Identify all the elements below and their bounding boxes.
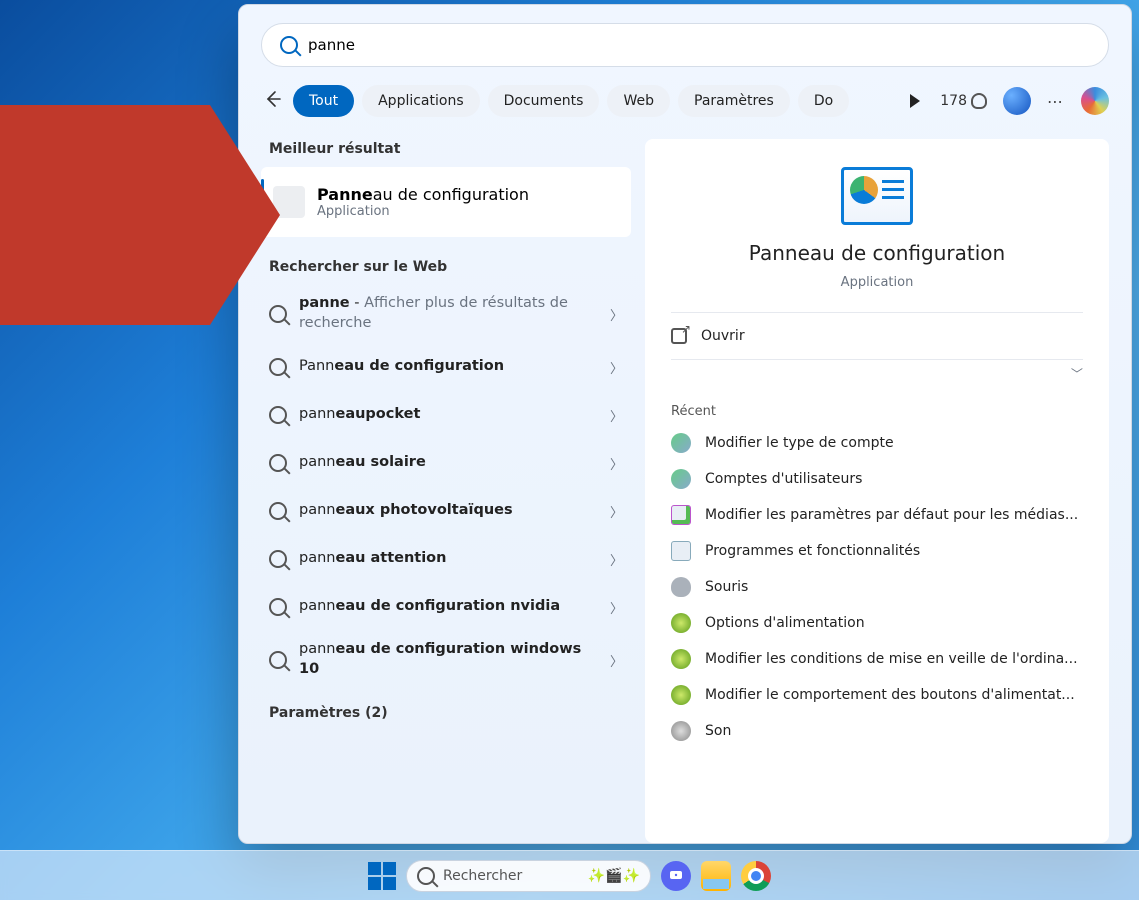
filter-all[interactable]: Tout <box>293 85 354 117</box>
detail-subtitle: Application <box>841 275 914 290</box>
settings-results-heading: Paramètres (2) <box>269 705 631 721</box>
filter-apps[interactable]: Applications <box>362 85 480 117</box>
search-box[interactable] <box>261 23 1109 67</box>
more-icon[interactable]: ⋯ <box>1047 92 1065 111</box>
scroll-right-icon[interactable] <box>910 94 920 108</box>
search-icon <box>280 36 298 54</box>
chevron-right-icon: 〉 <box>610 358 623 377</box>
users-icon <box>671 469 691 489</box>
detail-title: Panneau de configuration <box>749 241 1005 265</box>
detail-header: Panneau de configuration Application <box>671 167 1083 290</box>
search-icon <box>269 598 287 616</box>
chevron-right-icon: 〉 <box>610 305 623 324</box>
open-icon <box>671 328 687 344</box>
search-icon <box>417 867 435 885</box>
chevron-right-icon: 〉 <box>610 651 623 670</box>
web-suggestions: panne - Afficher plus de résultats de re… <box>261 285 631 689</box>
start-search-panel: Tout Applications Documents Web Paramètr… <box>238 4 1132 844</box>
filter-label: Documents <box>504 93 584 109</box>
recent-item[interactable]: Programmes et fonctionnalités <box>671 533 1083 569</box>
file-explorer-icon[interactable] <box>701 861 731 891</box>
suggestion-item[interactable]: panneaupocket 〉 <box>261 391 631 439</box>
recent-list: Modifier le type de compte Comptes d'uti… <box>671 425 1083 749</box>
filter-label: Paramètres <box>694 93 774 109</box>
recent-item[interactable]: Modifier le comportement des boutons d'a… <box>671 677 1083 713</box>
search-highlight-icon: ✨🎬✨ <box>588 868 640 884</box>
taskbar: Rechercher ✨🎬✨ <box>0 850 1139 900</box>
recent-item[interactable]: Son <box>671 713 1083 749</box>
media-icon <box>671 505 691 525</box>
chevron-right-icon: 〉 <box>610 550 623 569</box>
recent-item[interactable]: Options d'alimentation <box>671 605 1083 641</box>
filter-more-truncated[interactable]: Do <box>798 85 849 117</box>
suggestion-item[interactable]: panneau solaire 〉 <box>261 439 631 487</box>
globe-icon[interactable] <box>1003 87 1031 115</box>
search-icon <box>269 651 287 669</box>
taskbar-search-placeholder: Rechercher <box>443 868 522 884</box>
open-label: Ouvrir <box>701 328 745 344</box>
chevron-right-icon: 〉 <box>610 454 623 473</box>
search-icon <box>269 550 287 568</box>
back-button[interactable] <box>261 89 285 113</box>
best-result-title: Panneau de configuration <box>317 185 529 204</box>
filter-label: Tout <box>309 93 338 109</box>
search-icon <box>269 454 287 472</box>
power-icon <box>671 649 691 669</box>
best-result-subtitle: Application <box>317 204 529 219</box>
control-panel-icon <box>841 167 913 225</box>
detail-pane: Panneau de configuration Application Ouv… <box>645 139 1109 843</box>
mouse-icon <box>671 577 691 597</box>
content-row: Meilleur résultat Panneau de configurati… <box>261 139 1109 843</box>
filter-pills: Tout Applications Documents Web Paramètr… <box>293 85 902 117</box>
filter-label: Web <box>623 93 654 109</box>
power-icon <box>671 685 691 705</box>
best-result-item[interactable]: Panneau de configuration Application <box>261 167 631 237</box>
filter-web[interactable]: Web <box>607 85 670 117</box>
suggestion-item[interactable]: panneau de configuration nvidia 〉 <box>261 583 631 631</box>
medal-icon <box>971 93 987 109</box>
search-icon <box>269 406 287 424</box>
chevron-right-icon: 〉 <box>610 406 623 425</box>
rewards-value: 178 <box>940 93 967 109</box>
results-column: Meilleur résultat Panneau de configurati… <box>261 139 631 843</box>
recent-item[interactable]: Comptes d'utilisateurs <box>671 461 1083 497</box>
chevron-down-icon[interactable]: 〉 <box>1068 367 1085 379</box>
suggestion-item[interactable]: Panneau de configuration 〉 <box>261 343 631 391</box>
search-icon <box>269 358 287 376</box>
filter-toolbar: Tout Applications Documents Web Paramètr… <box>261 85 1109 117</box>
search-icon <box>269 305 287 323</box>
filter-documents[interactable]: Documents <box>488 85 600 117</box>
taskbar-search[interactable]: Rechercher ✨🎬✨ <box>406 860 651 892</box>
power-icon <box>671 613 691 633</box>
recent-heading: Récent <box>671 404 1083 419</box>
suggestion-item[interactable]: panneau de configuration windows 10 〉 <box>261 631 631 689</box>
best-result-heading: Meilleur résultat <box>269 141 631 157</box>
search-web-heading: Rechercher sur le Web <box>269 259 631 275</box>
start-button[interactable] <box>368 862 396 890</box>
suggestion-item[interactable]: panneau attention 〉 <box>261 535 631 583</box>
users-icon <box>671 433 691 453</box>
recent-item[interactable]: Souris <box>671 569 1083 605</box>
recent-item[interactable]: Modifier les paramètres par défaut pour … <box>671 497 1083 533</box>
search-input[interactable] <box>308 36 1090 54</box>
search-icon <box>269 502 287 520</box>
open-action[interactable]: Ouvrir <box>671 313 1083 359</box>
sound-icon <box>671 721 691 741</box>
recent-item[interactable]: Modifier les conditions de mise en veill… <box>671 641 1083 677</box>
filter-label: Do <box>814 93 833 109</box>
suggestion-item[interactable]: panneaux photovoltaïques 〉 <box>261 487 631 535</box>
rewards-points[interactable]: 178 <box>940 93 987 109</box>
filter-label: Applications <box>378 93 464 109</box>
filter-settings[interactable]: Paramètres <box>678 85 790 117</box>
recent-item[interactable]: Modifier le type de compte <box>671 425 1083 461</box>
programs-icon <box>671 541 691 561</box>
chevron-right-icon: 〉 <box>610 502 623 521</box>
copilot-icon[interactable] <box>1081 87 1109 115</box>
chrome-icon[interactable] <box>741 861 771 891</box>
chevron-right-icon: 〉 <box>610 598 623 617</box>
chat-icon[interactable] <box>661 861 691 891</box>
toolbar-right: 178 ⋯ <box>940 87 1109 115</box>
suggestion-item[interactable]: panne - Afficher plus de résultats de re… <box>261 285 631 343</box>
